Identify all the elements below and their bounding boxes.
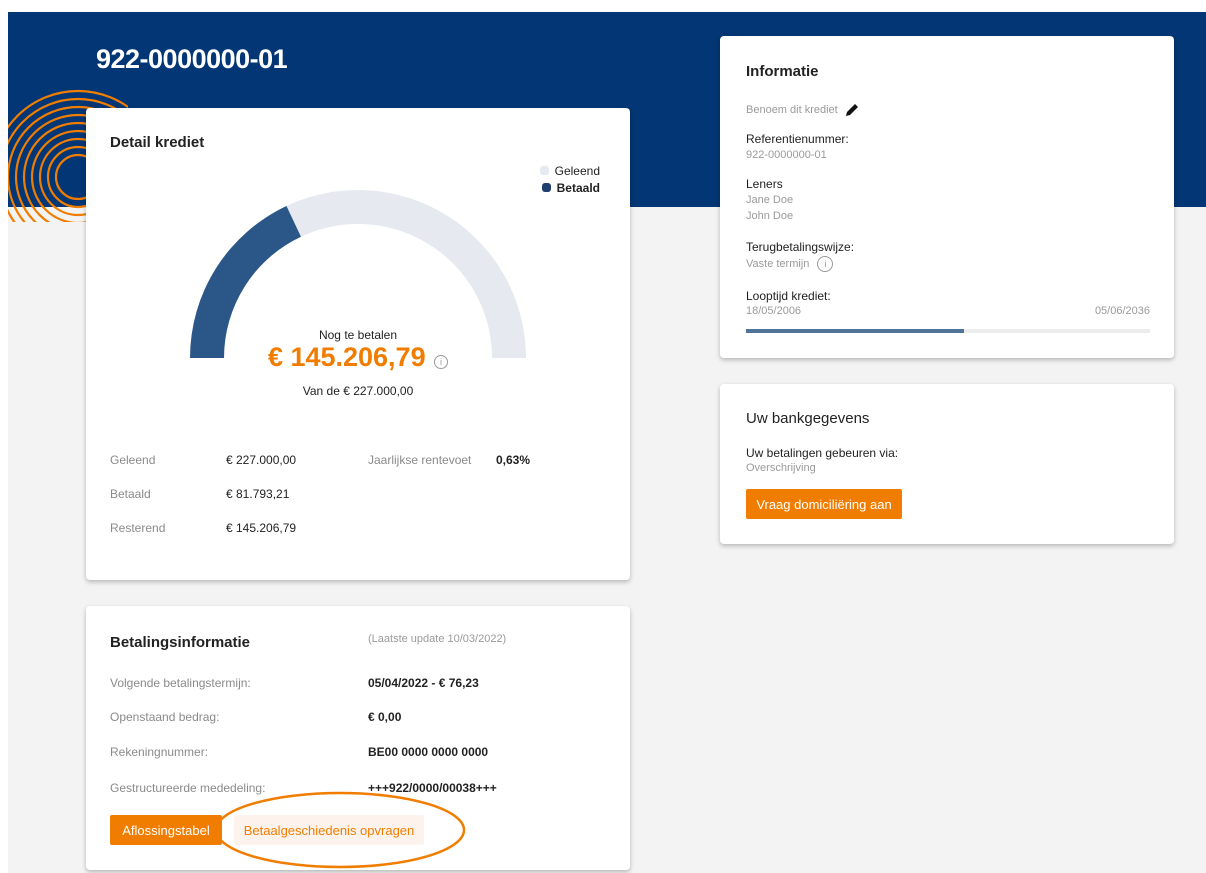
reference-label: Referentienummer: [746, 132, 849, 146]
bank-details-card: Uw bankgegevens Uw betalingen gebeuren v… [720, 384, 1174, 544]
reference-value: 922-0000000-01 [746, 149, 827, 161]
information-card: Informatie Benoem dit krediet Referentie… [720, 36, 1174, 358]
remaining-amount: € 145.206,79 [267, 342, 426, 372]
legend-label-borrowed: Geleend [554, 163, 600, 178]
term-start: 18/05/2006 [746, 305, 802, 317]
stat-remaining-label: Resterend [110, 521, 166, 535]
term-label: Looptijd krediet: [746, 289, 831, 303]
page: 922-0000000-01 Detail krediet Geleend Be… [8, 12, 1206, 873]
last-update-text: (Laatste update 10/03/2022) [368, 633, 507, 645]
stat-borrowed-label: Geleend [110, 453, 156, 467]
payment-method-label: Uw betalingen gebeuren via: [746, 446, 899, 460]
stat-borrowed-value: € 227.000,00 [226, 453, 297, 467]
gauge-remaining-amount: € 145.206,79 i [86, 342, 630, 373]
legend-swatch-borrowed [539, 166, 549, 175]
credit-name-placeholder: Benoem dit krediet [746, 104, 838, 116]
request-direct-debit-button[interactable]: Vraag domiciliëring aan [746, 489, 902, 519]
payment-row-value: 05/04/2022 - € 76,23 [368, 676, 479, 690]
repayment-schedule-button[interactable]: Aflossingstabel [110, 815, 222, 845]
stat-remaining-value: € 145.206,79 [226, 521, 297, 535]
payment-row-label: Openstaand bedrag: [110, 710, 220, 724]
credit-detail-card: Detail krediet Geleend Betaald Nog te be… [86, 108, 630, 580]
information-title: Informatie [746, 63, 819, 80]
legend-item-borrowed: Geleend [539, 162, 600, 179]
gauge-caption: Nog te betalen [318, 328, 398, 342]
term-progress-track [746, 329, 1150, 333]
gauge-total-text: Van de € 227.000,00 [302, 384, 414, 398]
credit-name-field[interactable]: Benoem dit krediet [746, 102, 860, 118]
highlight-annotation [214, 791, 466, 869]
repayment-method-value: Vaste termijn [746, 258, 810, 270]
pencil-icon[interactable] [844, 102, 860, 118]
payment-row-label: Volgende betalingstermijn: [110, 676, 251, 690]
account-number-title: 922-0000000-01 [96, 44, 288, 74]
payment-row-label: Rekeningnummer: [110, 745, 209, 759]
borrower-name: John Doe [746, 210, 794, 222]
stat-rate-label: Jaarlijkse rentevoet [368, 453, 472, 467]
info-icon[interactable]: i [817, 256, 834, 272]
term-end: 05/06/2036 [1094, 305, 1150, 317]
repayment-method-label: Terugbetalingswijze: [746, 240, 855, 254]
stat-paid-label: Betaald [110, 487, 151, 501]
info-icon[interactable]: i [434, 354, 449, 369]
payment-method-value: Overschrijving [746, 462, 816, 474]
borrowers-label: Leners [746, 177, 783, 191]
payment-row-value: BE00 0000 0000 0000 [368, 745, 489, 759]
repayment-method-row: Vaste termijn i [746, 256, 834, 272]
payment-row-value: € 0,00 [368, 710, 402, 724]
credit-detail-title: Detail krediet [110, 134, 205, 151]
payment-info-title: Betalingsinformatie [110, 634, 251, 651]
stat-paid-value: € 81.793,21 [226, 487, 290, 501]
bank-details-title: Uw bankgegevens [746, 410, 870, 427]
stat-rate-value: 0,63% [496, 453, 531, 467]
borrower-name: Jane Doe [746, 194, 794, 206]
term-progress-fill [746, 329, 965, 333]
